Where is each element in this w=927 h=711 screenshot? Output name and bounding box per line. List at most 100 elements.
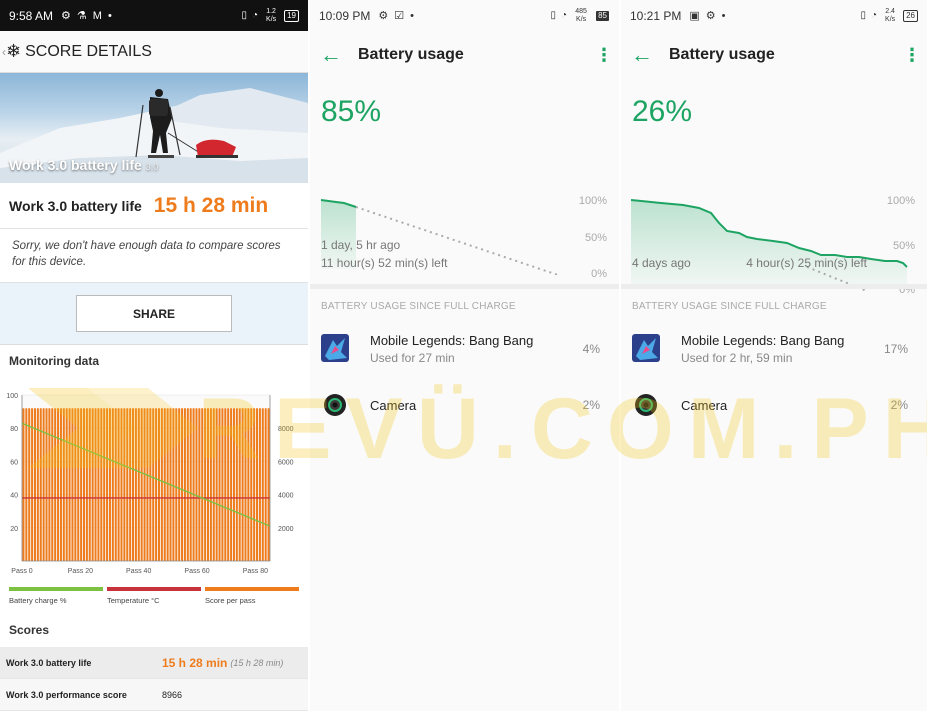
- x-tick-label: Pass 60: [184, 568, 209, 575]
- back-arrow-icon[interactable]: ←: [631, 42, 669, 68]
- score-value: 8966: [162, 689, 183, 700]
- score-bar: [108, 408, 111, 561]
- score-bar: [261, 408, 264, 561]
- result-label: Work 3.0 battery life: [9, 197, 142, 214]
- score-bar: [218, 408, 221, 561]
- game-icon: [632, 334, 660, 362]
- app-bar: ← Battery usage ⋮: [310, 31, 619, 79]
- app-usage-row[interactable]: Camera 2%: [310, 376, 619, 432]
- right-tick-label: 8000: [278, 426, 294, 433]
- left-tick-label: 60: [10, 459, 18, 466]
- score-bar: [134, 408, 137, 561]
- score-bar: [198, 408, 201, 561]
- score-bar: [57, 408, 60, 561]
- status-time: 9:58 AM: [9, 8, 54, 23]
- camera-icon: [324, 394, 346, 416]
- result-summary: Work 3.0 battery life 15 h 28 min: [0, 183, 308, 229]
- score-bar: [137, 408, 140, 561]
- score-name: Work 3.0 battery life: [6, 657, 92, 668]
- page-title: SCORE DETAILS: [25, 42, 152, 60]
- chart-legend: Battery charge % Temperature °C Score pe…: [0, 587, 308, 613]
- score-bar: [232, 408, 235, 561]
- app-usage-time: Used for 2 hr, 59 min: [681, 351, 793, 365]
- score-bar: [221, 408, 224, 561]
- vibrate-icon: ▯: [860, 10, 867, 21]
- back-arrow-icon[interactable]: ←: [320, 42, 358, 68]
- score-bar: [140, 408, 143, 561]
- score-bar: [215, 408, 218, 561]
- time-left: 4 hour(s) 25 min(s) left: [746, 256, 867, 270]
- score-bar: [77, 408, 80, 561]
- app-usage-percent: 2%: [582, 398, 600, 412]
- screenshot-root: 9:58 AM ⚙ ⚗ M • ▯ ◔ 1.2 K/s 19 ‹ ❄ SCORE…: [0, 0, 927, 711]
- app-name: Mobile Legends: Bang Bang: [370, 333, 534, 348]
- score-bar: [22, 408, 25, 561]
- score-bar: [175, 408, 178, 561]
- battery-usage-screen-1: 10:09 PM ⚙ ☑ • ▯ ◔ 485 K/s 85 ← Battery …: [310, 0, 619, 711]
- legend-score: Score per pass: [205, 587, 299, 613]
- score-bar: [25, 408, 28, 561]
- score-bar: [157, 408, 160, 561]
- snowflake-icon: ❄: [6, 41, 22, 61]
- score-bar: [65, 408, 68, 561]
- score-bar: [224, 408, 227, 561]
- score-bar: [48, 408, 51, 561]
- section-divider: [621, 284, 927, 289]
- x-tick-label: Pass 80: [243, 568, 268, 575]
- score-bar: [267, 408, 270, 561]
- app-usage-time: Used for 27 min: [370, 351, 455, 365]
- score-bar: [241, 408, 244, 561]
- score-bar: [146, 408, 149, 561]
- status-bar: 9:58 AM ⚙ ⚗ M • ▯ ◔ 1.2 K/s 19: [0, 0, 308, 31]
- right-tick-label: 2000: [278, 526, 294, 533]
- score-bar: [192, 408, 195, 561]
- gear-icon: ⚙: [61, 10, 71, 22]
- benchmark-hero-image: Work 3.0 battery life 3.0: [0, 73, 308, 183]
- vibrate-icon: ▯: [550, 10, 557, 21]
- app-name: Camera: [370, 398, 417, 413]
- score-bar: [155, 408, 158, 561]
- top-app-bar: ‹ ❄ SCORE DETAILS: [0, 31, 308, 73]
- score-bar: [212, 408, 215, 561]
- app-usage-row[interactable]: Camera 2%: [621, 376, 927, 432]
- score-bar: [94, 408, 97, 561]
- flask-icon: ⚗: [76, 10, 87, 22]
- battery-icon: 85: [595, 9, 610, 22]
- battery-icon: 26: [903, 9, 918, 22]
- axis-0: 0%: [591, 268, 607, 280]
- page-title: Battery usage: [358, 46, 464, 63]
- game-icon: [321, 334, 349, 362]
- right-tick-label: 4000: [278, 493, 294, 500]
- app-usage-row[interactable]: Mobile Legends: Bang Bang Used for 27 mi…: [310, 320, 619, 376]
- score-bar: [103, 408, 106, 561]
- sim-card-icon: ▣: [689, 10, 700, 22]
- check-box-icon: ☑: [394, 10, 405, 22]
- more-vert-icon[interactable]: ⋮: [595, 45, 613, 66]
- score-bar: [132, 408, 135, 561]
- app-usage-percent: 2%: [890, 398, 908, 412]
- share-button[interactable]: SHARE: [76, 295, 232, 332]
- more-vert-icon[interactable]: ⋮: [903, 45, 921, 66]
- status-time: 10:21 PM: [630, 8, 682, 23]
- time-ago: 4 days ago: [632, 256, 691, 270]
- time-left: 11 hour(s) 52 min(s) left: [321, 256, 448, 270]
- app-usage-row[interactable]: Mobile Legends: Bang Bang Used for 2 hr,…: [621, 320, 927, 376]
- gmail-icon: M: [92, 9, 102, 22]
- gear-icon: ⚙: [378, 10, 389, 22]
- score-bar: [123, 408, 126, 561]
- score-bar: [160, 408, 163, 561]
- score-details-screen: 9:58 AM ⚙ ⚗ M • ▯ ◔ 1.2 K/s 19 ‹ ❄ SCORE…: [0, 0, 308, 711]
- right-tick-label: 6000: [278, 459, 294, 466]
- battery-percent: 26%: [632, 95, 693, 128]
- dot-icon: •: [410, 9, 414, 22]
- score-bar: [230, 408, 233, 561]
- app-usage-percent: 17%: [883, 342, 908, 356]
- app-name: Mobile Legends: Bang Bang: [681, 333, 845, 348]
- score-bar: [227, 408, 230, 561]
- status-bar: 10:09 PM ⚙ ☑ • ▯ ◔ 485 K/s 85: [310, 0, 619, 31]
- x-tick-label: Pass 40: [126, 568, 151, 575]
- left-tick-label: 100: [6, 393, 18, 400]
- score-bar: [91, 408, 94, 561]
- score-bar: [244, 408, 247, 561]
- battery-chart-svg: [630, 199, 908, 292]
